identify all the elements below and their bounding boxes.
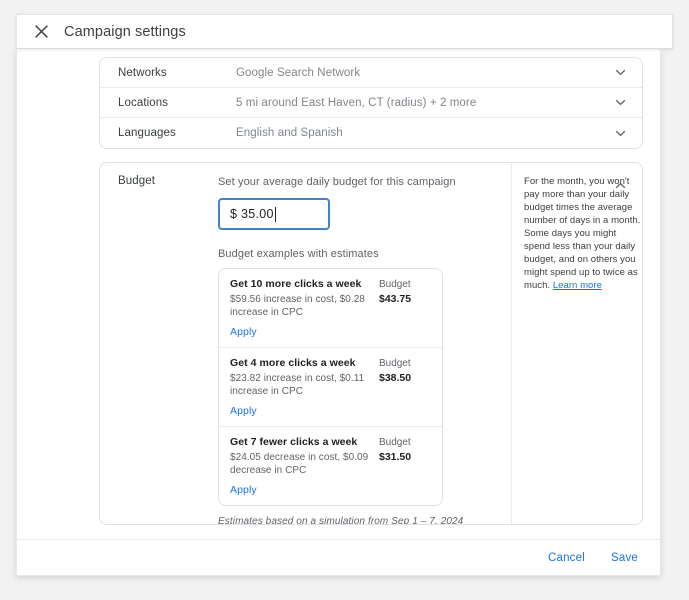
close-button[interactable] — [24, 15, 58, 49]
learn-more-link[interactable]: Learn more — [553, 280, 602, 291]
daily-budget-value: $ 35.00 — [230, 207, 274, 221]
settings-rows-card: Networks Google Search Network Locations… — [99, 57, 643, 149]
cancel-button[interactable]: Cancel — [548, 552, 585, 564]
budget-info-text: For the month, you won't pay more than y… — [524, 176, 641, 291]
budget-example-amount: Budget $43.75 — [379, 278, 431, 306]
budget-example-card: Get 4 more clicks a week $23.82 increase… — [219, 348, 442, 427]
budget-example-amount-label: Budget — [379, 279, 411, 290]
budget-example-top: Get 10 more clicks a week $59.56 increas… — [230, 278, 431, 319]
budget-example-amount: Budget $38.50 — [379, 357, 431, 385]
setting-row-label: Languages — [118, 127, 176, 139]
setting-row-value: 5 mi around East Haven, CT (radius) + 2 … — [236, 96, 477, 109]
budget-example-detail: $59.56 increase in cost, $0.28 increase … — [230, 294, 365, 318]
setting-row-label: Networks — [118, 66, 167, 79]
budget-example-card: Get 10 more clicks a week $59.56 increas… — [219, 269, 442, 348]
apply-button[interactable]: Apply — [230, 405, 257, 417]
dialog-footer: Cancel Save — [17, 539, 660, 575]
budget-example-top: Get 4 more clicks a week $23.82 increase… — [230, 357, 431, 398]
text-caret — [274, 206, 276, 222]
info-panel-divider — [511, 163, 512, 524]
chevron-down-icon[interactable] — [598, 66, 642, 79]
budget-example-amount-label: Budget — [379, 437, 411, 448]
chevron-down-icon[interactable] — [598, 127, 642, 140]
screen-root: Campaign settings Networks Google Search… — [0, 0, 689, 600]
budget-example-text: Get 10 more clicks a week $59.56 increas… — [230, 278, 379, 319]
daily-budget-input[interactable]: $ 35.00 — [218, 198, 330, 230]
apply-button[interactable]: Apply — [230, 326, 257, 338]
budget-example-amount-value: $38.50 — [379, 372, 412, 384]
budget-example-amount: Budget $31.50 — [379, 436, 431, 464]
save-button[interactable]: Save — [611, 552, 638, 564]
dialog-body: Networks Google Search Network Locations… — [16, 49, 661, 576]
budget-example-amount-value: $31.50 — [379, 451, 412, 463]
estimates-footnote: Estimates based on a simulation from Sep… — [218, 516, 464, 525]
budget-section-label: Budget — [118, 175, 156, 187]
budget-info-panel: For the month, you won't pay more than y… — [524, 175, 642, 292]
setting-row-value: English and Spanish — [236, 127, 343, 139]
budget-example-text: Get 4 more clicks a week $23.82 increase… — [230, 357, 379, 398]
setting-row-networks[interactable]: Networks Google Search Network — [100, 58, 642, 88]
budget-example-detail: $23.82 increase in cost, $0.11 increase … — [230, 373, 365, 397]
budget-example-text: Get 7 fewer clicks a week $24.05 decreas… — [230, 436, 379, 477]
budget-section: Budget Set your average daily budget for… — [99, 162, 643, 525]
page-title: Campaign settings — [64, 23, 186, 40]
budget-example-amount-value: $43.75 — [379, 293, 412, 305]
budget-example-detail: $24.05 decrease in cost, $0.09 decrease … — [230, 452, 369, 476]
budget-example-amount-label: Budget — [379, 358, 411, 369]
budget-example-top: Get 7 fewer clicks a week $24.05 decreas… — [230, 436, 431, 477]
apply-button[interactable]: Apply — [230, 484, 257, 496]
budget-example-headline: Get 7 fewer clicks a week — [230, 436, 358, 448]
budget-example-headline: Get 10 more clicks a week — [230, 278, 362, 290]
setting-row-value: Google Search Network — [236, 66, 361, 79]
budget-example-card: Get 7 fewer clicks a week $24.05 decreas… — [219, 427, 442, 505]
budget-examples-list: Get 10 more clicks a week $59.56 increas… — [218, 268, 443, 506]
dialog-header: Campaign settings — [16, 14, 673, 49]
setting-row-label: Locations — [118, 96, 169, 109]
budget-example-headline: Get 4 more clicks a week — [230, 357, 356, 369]
setting-row-languages[interactable]: Languages English and Spanish — [100, 118, 642, 148]
settings-content-column: Networks Google Search Network Locations… — [80, 49, 660, 575]
chevron-down-icon[interactable] — [598, 96, 642, 109]
setting-row-locations[interactable]: Locations 5 mi around East Haven, CT (ra… — [100, 88, 642, 118]
close-icon — [34, 24, 49, 39]
